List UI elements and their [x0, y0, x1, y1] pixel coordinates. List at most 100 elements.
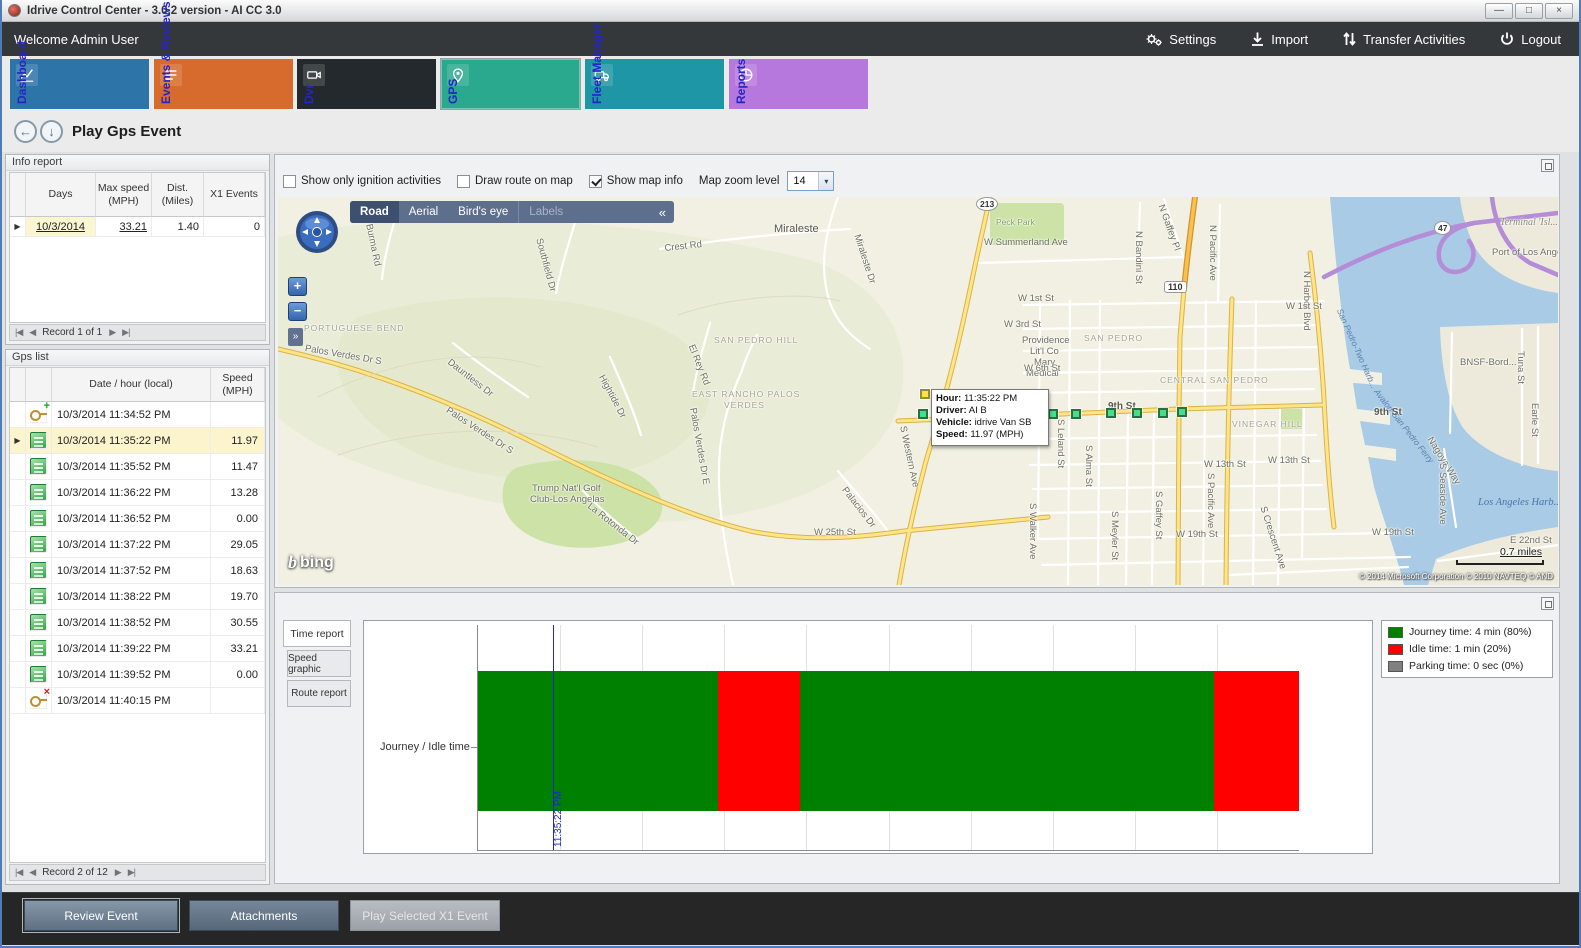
prev-record-button[interactable]: ◀: [29, 327, 35, 338]
first-record-button[interactable]: |◀: [15, 867, 22, 878]
review-event-button[interactable]: Review Event: [24, 900, 178, 931]
gps-list-row[interactable]: ×10/3/2014 11:40:15 PM: [10, 688, 265, 714]
tab-gps[interactable]: GPS: [441, 59, 580, 109]
zoom-in-button[interactable]: +: [288, 277, 307, 296]
column-header-dist[interactable]: Dist. (Miles): [152, 173, 204, 217]
gps-list-row[interactable]: 10/3/2014 11:36:52 PM0.00: [10, 506, 265, 532]
gps-speed: 0.00: [211, 506, 265, 532]
map-label: S Alma St: [1083, 445, 1094, 487]
map-options-toolbar: Show only ignition activities Draw route…: [283, 170, 834, 192]
bing-map[interactable]: MiralestePeck ParkW Summerland AveCrest …: [278, 197, 1558, 585]
column-header-x1-events[interactable]: X1 Events: [204, 173, 265, 217]
last-record-button[interactable]: ▶|: [128, 867, 135, 878]
draw-route-checkbox[interactable]: Draw route on map: [457, 175, 573, 188]
play-selected-x1-event-button[interactable]: Play Selected X1 Event: [350, 900, 500, 931]
map-canvas[interactable]: [278, 197, 1558, 585]
tab-fleet-manager[interactable]: Fleet Manager: [585, 59, 724, 109]
tab-speed-graphic[interactable]: Speed graphic: [287, 650, 351, 677]
download-button[interactable]: ↓: [40, 120, 63, 143]
map-style-road[interactable]: Road: [350, 201, 399, 223]
collapse-map-bar-button[interactable]: «: [651, 201, 674, 223]
column-header-days[interactable]: Days: [26, 173, 96, 217]
close-button[interactable]: ×: [1545, 3, 1573, 19]
column-header-date[interactable]: Date / hour (local): [52, 368, 211, 402]
gps-speed: 13.28: [211, 480, 265, 506]
module-tabs: Dashboard Events & Reviews Dvr GPS Fleet…: [2, 56, 1579, 112]
welcome-text: Welcome Admin User: [14, 32, 139, 47]
gps-icon: [30, 666, 47, 683]
expand-controls-button[interactable]: »: [288, 328, 303, 346]
settings-button[interactable]: Settings: [1145, 31, 1216, 47]
map-label: W 3rd St: [1004, 319, 1041, 330]
column-header-speed[interactable]: Speed (MPH): [211, 368, 265, 402]
route-shield: 213: [976, 197, 998, 211]
tab-dashboard[interactable]: Dashboard: [10, 59, 149, 109]
tab-reports[interactable]: Reports: [729, 59, 868, 109]
gps-list-body: +10/3/2014 11:34:52 PM▶10/3/2014 11:35:2…: [10, 402, 265, 714]
map-scale-bar: [1456, 560, 1544, 565]
gps-marker[interactable]: [1048, 409, 1058, 419]
logout-button[interactable]: Logout: [1499, 31, 1561, 47]
sub-header: ← ↓ Play Gps Event: [2, 112, 1579, 152]
gps-marker[interactable]: [1071, 409, 1081, 419]
first-record-button[interactable]: |◀: [15, 327, 22, 338]
map-zoom-select[interactable]: 14: [787, 171, 834, 191]
next-record-button[interactable]: ▶: [115, 867, 121, 878]
map-label: Lit'l Co: [1030, 346, 1059, 357]
gps-date: 10/3/2014 11:34:52 PM: [52, 402, 211, 428]
tab-time-report[interactable]: Time report: [283, 620, 351, 647]
map-style-bar: Road Aerial Bird's eye Labels «: [350, 201, 674, 223]
panel-collapse-button[interactable]: [1541, 159, 1554, 172]
gps-list-row[interactable]: 10/3/2014 11:38:52 PM30.55: [10, 610, 265, 636]
gps-list-row[interactable]: ▶10/3/2014 11:35:22 PM11.97: [10, 428, 265, 454]
tab-route-report[interactable]: Route report: [287, 680, 351, 707]
gps-list-row[interactable]: 10/3/2014 11:37:22 PM29.05: [10, 532, 265, 558]
attachments-button[interactable]: Attachments: [189, 900, 339, 931]
import-button[interactable]: Import: [1250, 31, 1308, 47]
gps-list-row[interactable]: 10/3/2014 11:38:22 PM19.70: [10, 584, 265, 610]
show-map-info-checkbox[interactable]: Show map info: [589, 175, 683, 188]
map-style-labels[interactable]: Labels: [518, 201, 573, 223]
row-indicator-icon: [10, 610, 26, 636]
checkbox-label: Show map info: [607, 175, 683, 187]
gps-list-row[interactable]: 10/3/2014 11:39:22 PM33.21: [10, 636, 265, 662]
map-pan-compass[interactable]: [294, 209, 340, 260]
gps-marker[interactable]: [1132, 408, 1142, 418]
max-speed-value[interactable]: 33.21: [96, 217, 152, 237]
zoom-out-button[interactable]: −: [288, 302, 307, 321]
gps-marker[interactable]: [918, 409, 928, 419]
gps-marker[interactable]: [1177, 407, 1187, 417]
info-report-pager: |◀ ◀ Record 1 of 1 ▶ ▶|: [9, 324, 266, 341]
minimize-button[interactable]: —: [1485, 3, 1513, 19]
gps-marker[interactable]: [1106, 408, 1116, 418]
map-style-aerial[interactable]: Aerial: [399, 201, 448, 223]
gps-list-row[interactable]: 10/3/2014 11:37:52 PM18.63: [10, 558, 265, 584]
selected-gps-marker[interactable]: [920, 389, 930, 399]
legend-item: Journey time: 4 min (80%): [1388, 626, 1546, 638]
legend-label: Journey time: 4 min (80%): [1409, 626, 1532, 638]
days-link[interactable]: 10/3/2014: [26, 217, 96, 237]
last-record-button[interactable]: ▶|: [122, 327, 129, 338]
tab-dvr[interactable]: Dvr: [297, 59, 436, 109]
map-label: N Bandini St: [1133, 231, 1144, 284]
gps-list-row[interactable]: 10/3/2014 11:35:52 PM11.47: [10, 454, 265, 480]
gps-list-row[interactable]: +10/3/2014 11:34:52 PM: [10, 402, 265, 428]
gps-list-row[interactable]: 10/3/2014 11:36:22 PM13.28: [10, 480, 265, 506]
tab-events-reviews[interactable]: Events & Reviews: [154, 59, 293, 109]
gps-marker[interactable]: [1158, 408, 1168, 418]
transfer-activities-button[interactable]: Transfer Activities: [1342, 31, 1465, 47]
gps-speed: 33.21: [211, 636, 265, 662]
map-style-birdseye[interactable]: Bird's eye: [448, 201, 518, 223]
prev-record-button[interactable]: ◀: [29, 867, 35, 878]
legend-label: Idle time: 1 min (20%): [1409, 643, 1511, 655]
maximize-button[interactable]: □: [1515, 3, 1543, 19]
back-button[interactable]: ←: [14, 120, 37, 143]
info-report-row[interactable]: ▶ 10/3/2014 33.21 1.40 0: [10, 217, 265, 237]
next-record-button[interactable]: ▶: [109, 327, 115, 338]
show-ignition-checkbox[interactable]: Show only ignition activities: [283, 175, 441, 188]
gps-list-row[interactable]: 10/3/2014 11:39:52 PM0.00: [10, 662, 265, 688]
tooltip-value: idrive Van SB: [975, 417, 1032, 428]
column-header-max-speed[interactable]: Max speed (MPH): [96, 173, 152, 217]
panel-collapse-button[interactable]: [1541, 597, 1554, 610]
settings-label: Settings: [1169, 32, 1216, 47]
